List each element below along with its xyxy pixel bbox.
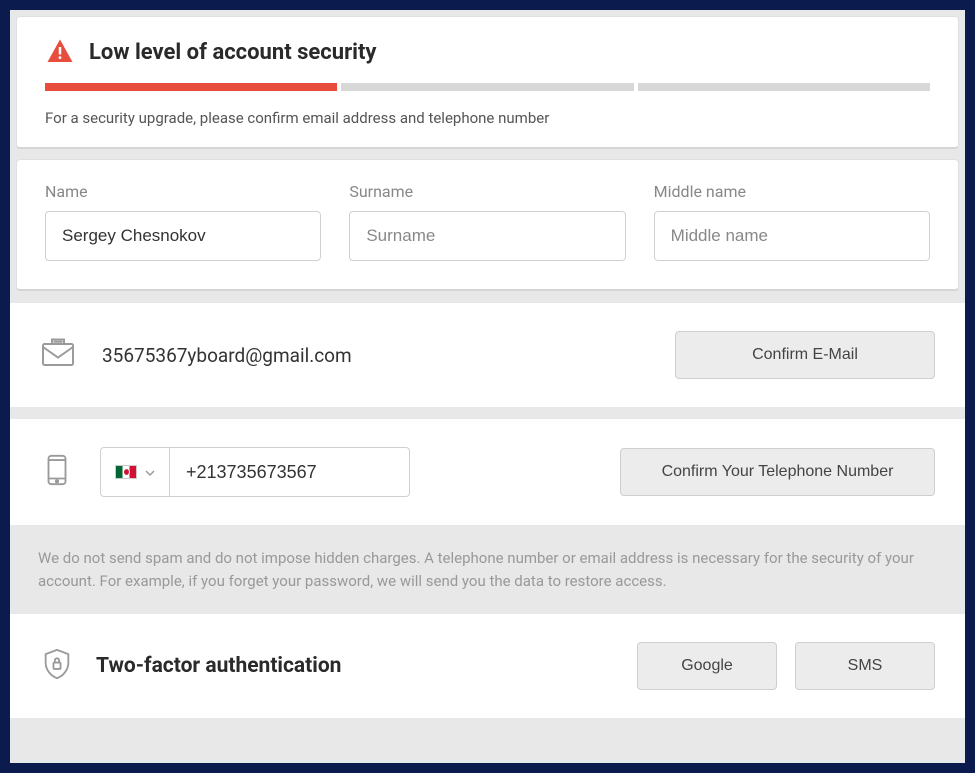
middle-name-input[interactable] [654,211,930,261]
country-code-select[interactable] [100,447,170,497]
phone-input[interactable] [170,447,410,497]
shield-lock-icon [40,645,74,687]
flag-algeria-icon [115,465,137,479]
email-address: 35675367yboard@gmail.com [102,344,675,367]
twofa-sms-button[interactable]: SMS [795,642,935,690]
disclaimer-text: We do not send spam and do not impose hi… [10,525,965,600]
warning-icon [45,37,75,67]
envelope-icon [40,335,76,375]
progress-segment-1 [45,83,337,91]
email-section: 35675367yboard@gmail.com Confirm E-Mail [10,303,965,407]
chevron-down-icon [145,463,155,482]
two-factor-title: Two-factor authentication [96,654,637,678]
name-label: Name [45,182,321,201]
security-progress-bar [45,83,930,91]
confirm-phone-button[interactable]: Confirm Your Telephone Number [620,448,935,496]
progress-segment-2 [341,83,633,91]
name-card: Name Surname Middle name [16,159,959,291]
middle-name-label: Middle name [654,182,930,201]
security-description: For a security upgrade, please confirm e… [45,109,930,127]
surname-input[interactable] [349,211,625,261]
twofa-google-button[interactable]: Google [637,642,777,690]
surname-label: Surname [349,182,625,201]
security-title: Low level of account security [89,40,376,65]
security-card: Low level of account security For a secu… [16,16,959,149]
name-input[interactable] [45,211,321,261]
mobile-icon [40,451,74,493]
confirm-email-button[interactable]: Confirm E-Mail [675,331,935,379]
two-factor-section: Two-factor authentication Google SMS [10,614,965,718]
progress-segment-3 [638,83,930,91]
phone-section: Confirm Your Telephone Number [10,419,965,525]
